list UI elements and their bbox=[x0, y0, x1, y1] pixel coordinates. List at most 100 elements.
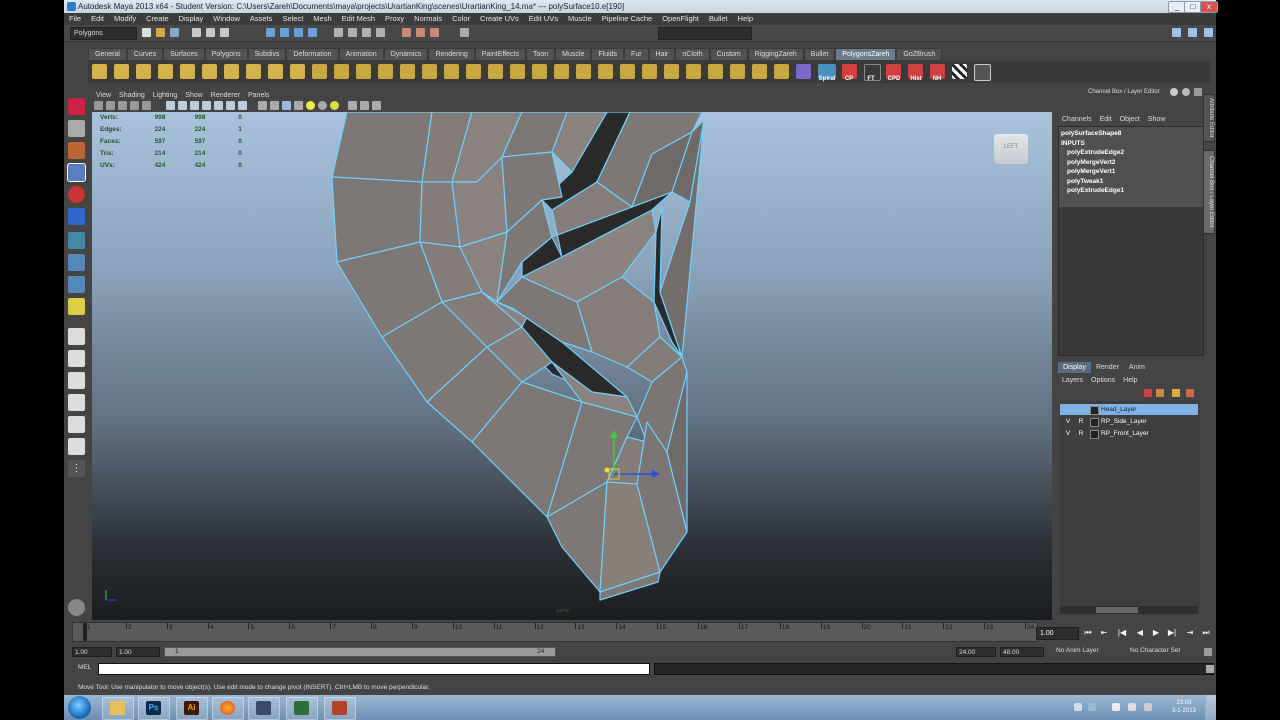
render-current-frame-icon[interactable] bbox=[402, 28, 411, 37]
shelf-tab-rendering[interactable]: Rendering bbox=[428, 48, 475, 61]
menu-set-dropdown[interactable]: Polygons bbox=[70, 27, 137, 40]
open-scene-icon[interactable] bbox=[156, 28, 165, 37]
shelf-tab-painteffects[interactable]: PaintEffects bbox=[474, 48, 526, 61]
poly-plane-icon[interactable] bbox=[158, 64, 173, 79]
taskbar-maya[interactable] bbox=[248, 697, 280, 720]
channel-box-tab[interactable]: Channel Box / Layer Editor bbox=[1203, 150, 1215, 234]
current-frame-marker[interactable] bbox=[83, 623, 87, 641]
layer-tab-anim[interactable]: Anim bbox=[1124, 362, 1150, 373]
input-line-icon[interactable] bbox=[460, 28, 469, 37]
separate-icon[interactable] bbox=[334, 64, 349, 79]
character-set-dropdown[interactable]: No Character Set bbox=[1130, 647, 1180, 654]
cb-menu-object[interactable]: Object bbox=[1116, 116, 1144, 123]
step-forward-frame-button[interactable]: ▶| bbox=[1166, 628, 1178, 638]
menu-muscle[interactable]: Muscle bbox=[563, 13, 597, 25]
input-node[interactable]: polyExtrudeEdge1 bbox=[1061, 186, 1201, 196]
volume-icon[interactable] bbox=[1128, 703, 1136, 711]
snap-plane-icon[interactable] bbox=[376, 28, 385, 37]
shelf-tab-subdivs[interactable]: Subdivs bbox=[247, 48, 287, 61]
gate-mask-icon[interactable] bbox=[202, 101, 211, 110]
new-scene-icon[interactable] bbox=[142, 28, 151, 37]
flag-icon[interactable] bbox=[1144, 703, 1152, 711]
layer-row[interactable]: V R RP_Front_Layer bbox=[1060, 428, 1198, 439]
grid-icon[interactable] bbox=[166, 101, 175, 110]
layer-horizontal-scrollbar[interactable] bbox=[1060, 606, 1198, 614]
merge-vertices-icon[interactable] bbox=[774, 64, 789, 79]
camera-attributes-icon[interactable] bbox=[106, 101, 115, 110]
mirror-geometry-icon[interactable] bbox=[466, 64, 481, 79]
layer-menu-help[interactable]: Help bbox=[1119, 377, 1141, 384]
attribute-editor-tab[interactable]: Attribute Editor bbox=[1203, 94, 1215, 142]
tray-icon[interactable] bbox=[1088, 703, 1096, 711]
start-time-field[interactable]: 1.00 bbox=[72, 647, 112, 657]
layer-color-swatch[interactable] bbox=[1090, 418, 1099, 427]
snap-point-icon[interactable] bbox=[362, 28, 371, 37]
taskbar-app[interactable] bbox=[324, 697, 356, 720]
taskbar-firefox[interactable] bbox=[212, 697, 244, 720]
face-mode-icon[interactable] bbox=[294, 28, 303, 37]
render-settings-icon[interactable] bbox=[430, 28, 439, 37]
shelf-tab-polygons[interactable]: Polygons bbox=[204, 48, 248, 61]
input-node[interactable]: polyMergeVert2 bbox=[1061, 158, 1201, 168]
perspective-viewport[interactable]: Verts: 998 998 0 Edges: 224 224 1 Faces: 597 597… bbox=[92, 112, 1052, 620]
paint-select-tool-icon[interactable] bbox=[68, 142, 85, 159]
range-slider[interactable]: 1 24 bbox=[164, 647, 556, 657]
menu-create-uvs[interactable]: Create UVs bbox=[475, 13, 524, 25]
menu-color[interactable]: Color bbox=[447, 13, 475, 25]
shelf-tab-toon[interactable]: Toon bbox=[525, 48, 556, 61]
last-tool-icon[interactable] bbox=[68, 298, 85, 315]
menu-edit[interactable]: Edit bbox=[86, 13, 109, 25]
ipr-render-icon[interactable] bbox=[416, 28, 425, 37]
playback-end-field[interactable]: 24.00 bbox=[956, 647, 996, 657]
edge-mode-icon[interactable] bbox=[280, 28, 289, 37]
menu-openflight[interactable]: OpenFlight bbox=[657, 13, 704, 25]
taskbar-illustrator[interactable]: Ai bbox=[176, 697, 208, 720]
show-hide-channel-box-icon[interactable] bbox=[1204, 28, 1213, 37]
menu-assets[interactable]: Assets bbox=[245, 13, 278, 25]
rotate-tool-icon[interactable] bbox=[68, 186, 85, 203]
input-node[interactable]: polyTweak1 bbox=[1061, 177, 1201, 187]
move-tool-icon[interactable] bbox=[67, 163, 86, 182]
network-icon[interactable] bbox=[1112, 703, 1120, 711]
persp-outliner-layout-icon[interactable] bbox=[68, 372, 85, 389]
show-hide-toolbox-icon[interactable] bbox=[1172, 28, 1181, 37]
wireframe-on-shaded-icon[interactable] bbox=[282, 101, 291, 110]
safe-action-icon[interactable] bbox=[226, 101, 235, 110]
mel-label[interactable]: MEL bbox=[78, 664, 91, 671]
anim-layer-dropdown[interactable]: No Anim Layer bbox=[1056, 647, 1099, 654]
shelf-tab-ncloth[interactable]: nCloth bbox=[675, 48, 710, 61]
shelf-tab-general[interactable]: General bbox=[88, 48, 127, 61]
view-cube[interactable]: LEFT bbox=[994, 134, 1028, 164]
select-object-icon[interactable] bbox=[206, 28, 215, 37]
playback-start-field[interactable]: 1.00 bbox=[116, 647, 160, 657]
quadrangulate-icon[interactable] bbox=[554, 64, 569, 79]
save-scene-icon[interactable] bbox=[170, 28, 179, 37]
poly-sphere-icon[interactable] bbox=[92, 64, 107, 79]
layer-reference-toggle[interactable]: R bbox=[1077, 428, 1085, 439]
layer-color-swatch[interactable] bbox=[1090, 430, 1099, 439]
new-layer-icon[interactable] bbox=[1186, 389, 1194, 397]
tray-icon[interactable] bbox=[1074, 703, 1082, 711]
shelf-tab-custom[interactable]: Custom bbox=[709, 48, 748, 61]
script-editor-icon[interactable] bbox=[1206, 665, 1214, 673]
start-button[interactable] bbox=[68, 696, 91, 719]
input-node[interactable]: polyExtrudeEdge2 bbox=[1061, 148, 1201, 158]
poly-helix-icon[interactable] bbox=[268, 64, 283, 79]
extrude-icon[interactable] bbox=[708, 64, 723, 79]
cb-close-icon[interactable] bbox=[1194, 88, 1202, 96]
cb-menu-channels[interactable]: Channels bbox=[1058, 116, 1096, 123]
go-to-start-button[interactable]: ⏮ bbox=[1082, 628, 1094, 638]
combine-icon[interactable] bbox=[312, 64, 327, 79]
lasso-tool-icon[interactable] bbox=[68, 120, 85, 137]
layer-tab-render[interactable]: Render bbox=[1091, 362, 1124, 373]
show-desktop-button[interactable] bbox=[1205, 695, 1216, 720]
vertex-mode-icon[interactable] bbox=[266, 28, 275, 37]
wireframe-icon[interactable] bbox=[258, 101, 267, 110]
taskbar-app[interactable] bbox=[286, 697, 318, 720]
step-forward-key-button[interactable]: ⇥ bbox=[1184, 628, 1196, 638]
taskbar-photoshop[interactable]: Ps bbox=[138, 697, 170, 720]
cleanup-icon[interactable] bbox=[510, 64, 525, 79]
insert-edge-loop-icon[interactable] bbox=[664, 64, 679, 79]
menu-modify[interactable]: Modify bbox=[109, 13, 141, 25]
shelf-tab-hair[interactable]: Hair bbox=[648, 48, 676, 61]
